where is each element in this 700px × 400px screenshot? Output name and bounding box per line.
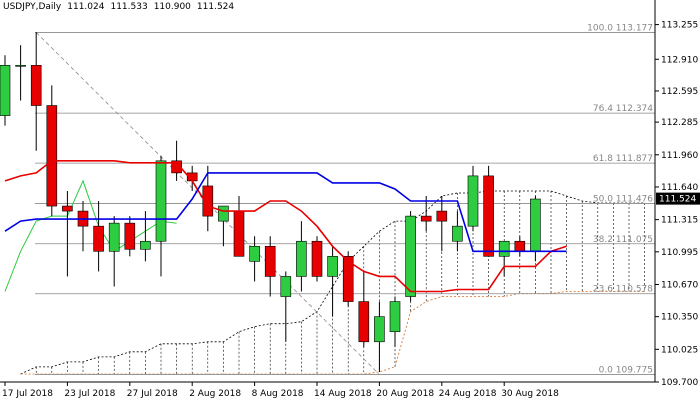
price-chart[interactable]: 100.0 113.177 76.4 112.374 61.8 111.877 50.…	[0, 0, 700, 400]
candle-body	[15, 65, 26, 67]
candle-body	[514, 240, 526, 252]
candle-body	[436, 210, 448, 222]
fib-level-label: 23.6 110.578	[593, 285, 653, 295]
x-tick-label: 23 Jul 2018	[64, 389, 115, 399]
candle-body	[0, 65, 11, 116]
y-tick-label: 109.700	[661, 378, 698, 388]
x-tick-label: 30 Aug 2018	[501, 389, 559, 399]
y-tick-label: 111.315	[661, 216, 698, 226]
y-tick-label: 110.670	[661, 280, 698, 290]
y-tick-label: 111.960	[661, 151, 698, 161]
candle-body	[389, 301, 401, 333]
y-tick-label: 110.995	[661, 248, 698, 258]
fib-level-label: 61.8 111.877	[593, 154, 653, 164]
candle-body	[249, 245, 260, 262]
candle-body	[155, 160, 167, 242]
fib-level-label: 100.0 113.177	[587, 23, 653, 33]
candle-body	[280, 276, 292, 297]
x-tick-label: 27 Jul 2018	[127, 389, 178, 399]
candle-body	[93, 225, 104, 252]
x-tick-label: 24 Aug 2018	[439, 389, 497, 399]
candle-body	[108, 222, 120, 252]
candle-body	[30, 65, 42, 106]
candle-body	[467, 175, 479, 227]
x-tick-label: 2 Aug 2018	[189, 389, 241, 399]
candle-body	[498, 240, 510, 257]
fib-level-label: 76.4 112.374	[593, 104, 653, 114]
candle-body	[327, 256, 338, 277]
x-tick-label: 14 Aug 2018	[314, 389, 372, 399]
candle-body	[530, 198, 541, 252]
candle-body	[140, 240, 151, 250]
candle-body	[296, 240, 307, 277]
candle-body	[483, 175, 494, 257]
kijun-sen-line	[4, 172, 567, 253]
candle-body	[46, 105, 58, 207]
candle-body	[218, 205, 229, 222]
candle-body	[311, 240, 323, 277]
y-tick-label: 113.255	[661, 21, 698, 31]
candle-body	[62, 205, 73, 212]
candle-body	[374, 316, 385, 343]
fib-level-label: 0.0 109.775	[599, 365, 653, 375]
y-tick-label: 112.910	[661, 55, 698, 65]
y-tick-label: 110.025	[661, 345, 698, 355]
y-tick-label: 112.595	[661, 87, 698, 97]
y-tick-label: 112.285	[661, 118, 698, 128]
current-price-label: 111.524	[659, 195, 696, 205]
fib-level-label: 50.0 111.476	[593, 194, 653, 204]
chikou-span-line	[4, 179, 177, 292]
candle-body	[124, 222, 136, 250]
x-tick-label: 20 Aug 2018	[376, 389, 434, 399]
candle-body	[264, 245, 276, 277]
candle-body	[420, 215, 432, 222]
y-tick-label: 110.350	[661, 313, 698, 323]
x-tick-label: 8 Aug 2018	[252, 389, 304, 399]
chart-window: USDJPY,Daily 111.024 111.533 110.900 111.524…	[0, 0, 700, 400]
candle-body	[233, 210, 245, 257]
candle-body	[405, 215, 416, 297]
y-tick-label: 111.640	[661, 183, 698, 193]
candle-body	[452, 225, 463, 242]
x-tick-label: 17 Jul 2018	[2, 389, 53, 399]
fib-level-label: 38.2 111.075	[593, 235, 653, 245]
candle-body	[358, 301, 370, 343]
